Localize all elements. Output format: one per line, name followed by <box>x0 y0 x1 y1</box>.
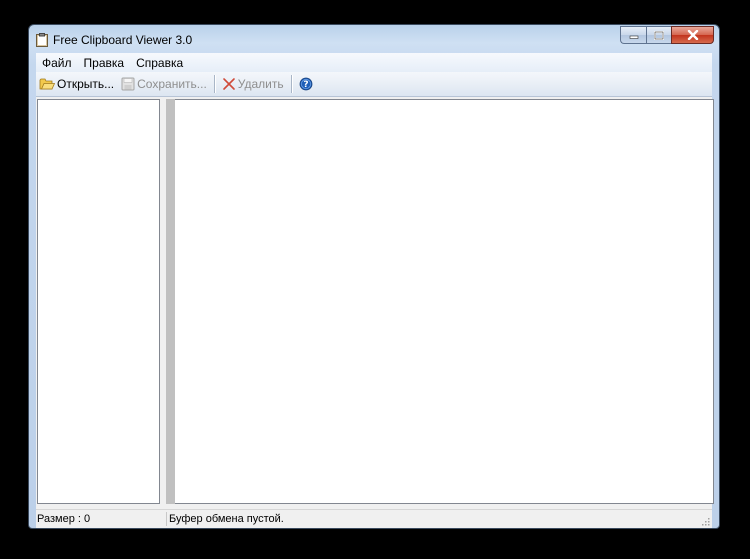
client-area <box>36 97 714 509</box>
status-size: Размер : 0 <box>37 513 91 525</box>
help-icon: ? <box>299 77 313 91</box>
svg-text:?: ? <box>303 80 308 90</box>
clipboard-icon <box>36 33 48 47</box>
minimize-icon <box>629 35 638 39</box>
menu-bar: Файл Правка Справка <box>36 53 712 73</box>
content-view-pane[interactable] <box>175 99 714 504</box>
window-title: Free Clipboard Viewer 3.0 <box>53 33 193 47</box>
title-bar[interactable]: Free Clipboard Viewer 3.0 <box>29 25 719 52</box>
save-label: Сохранить... <box>137 77 207 91</box>
pane-splitter[interactable] <box>166 99 175 504</box>
resize-grip-icon[interactable] <box>700 516 710 526</box>
close-icon <box>687 30 698 40</box>
maximize-button[interactable] <box>646 26 671 44</box>
minimize-button[interactable] <box>620 26 646 44</box>
status-bar: Размер : 0 Буфер обмена пустой. <box>36 509 712 528</box>
delete-label: Удалить <box>237 77 284 91</box>
save-disk-icon <box>121 77 135 91</box>
toolbar: Открыть... Сохранить... Удалить ? <box>36 72 712 97</box>
open-label: Открыть... <box>57 77 115 91</box>
help-button[interactable]: ? <box>296 74 319 94</box>
maximize-icon <box>654 30 664 40</box>
format-list-pane[interactable] <box>37 99 160 504</box>
open-button[interactable]: Открыть... <box>36 74 118 94</box>
status-message: Буфер обмена пустой. <box>169 513 284 525</box>
delete-x-icon <box>222 78 235 90</box>
app-window: Free Clipboard Viewer 3.0 Файл Правка Сп… <box>28 24 720 529</box>
close-button[interactable] <box>671 26 714 44</box>
open-folder-icon <box>39 78 55 90</box>
status-divider <box>166 512 167 526</box>
delete-button[interactable]: Удалить <box>219 74 288 94</box>
caption-buttons <box>620 26 714 45</box>
toolbar-separator <box>290 75 293 93</box>
menu-edit[interactable]: Правка <box>78 56 131 70</box>
save-button[interactable]: Сохранить... <box>118 74 211 94</box>
menu-file[interactable]: Файл <box>36 56 78 70</box>
toolbar-separator <box>213 75 216 93</box>
menu-help[interactable]: Справка <box>130 56 189 70</box>
